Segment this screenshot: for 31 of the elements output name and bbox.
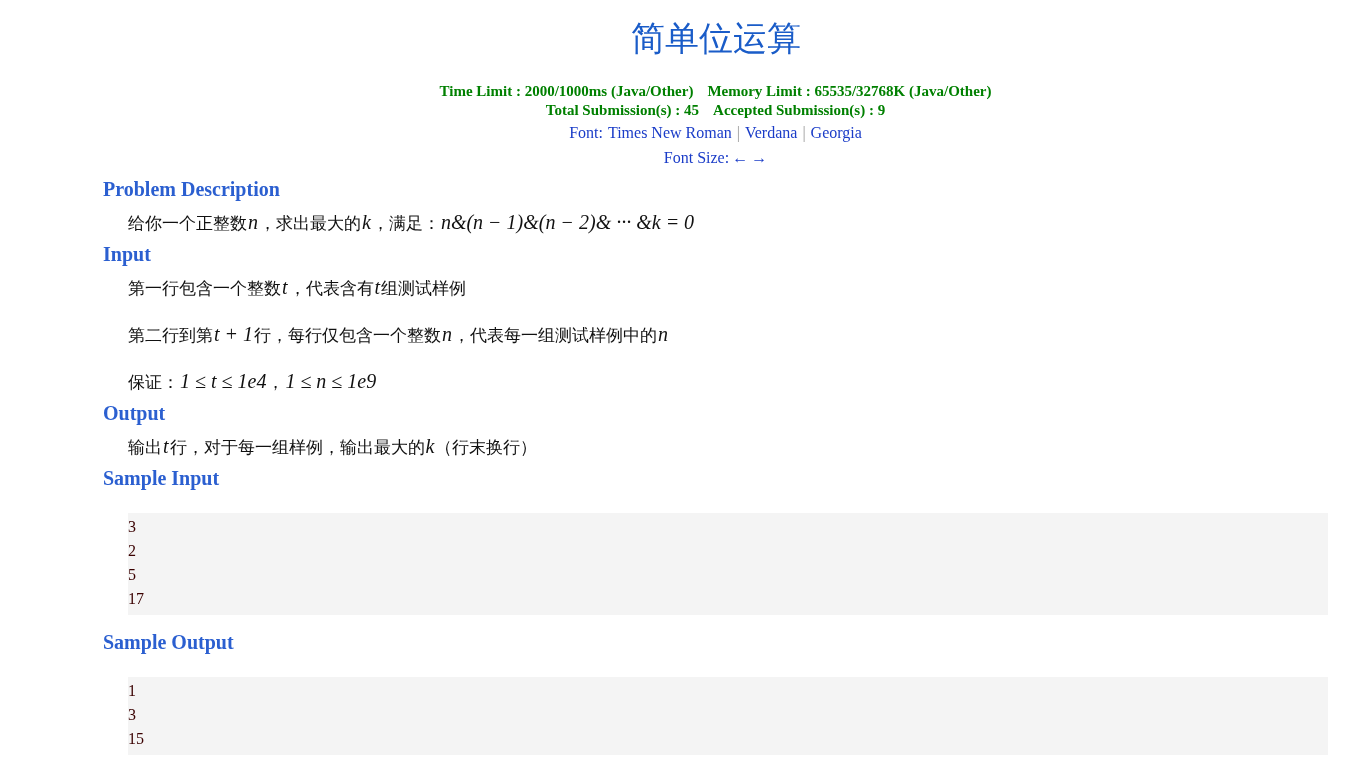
limit-info: Time Limit : 2000/1000ms (Java/Other)	[439, 82, 694, 101]
submission-count: Accepted Submission(s) : 9	[713, 101, 886, 120]
sample-line: 3	[128, 705, 137, 725]
section-heading: Sample Output	[103, 630, 235, 655]
section-heading: Sample Input	[103, 466, 221, 491]
sample-line: 15	[128, 729, 145, 749]
sample-line: 17	[128, 589, 145, 609]
sample-line: 1	[128, 681, 137, 701]
font-link[interactable]: Verdana	[745, 120, 798, 145]
sample-line: 2	[128, 541, 137, 561]
description-text: 第二行到第t + 1行，每行仅包含一个整数n，代表每一组测试样例中的n	[128, 322, 670, 347]
section-heading: Problem Description	[103, 177, 281, 202]
font-size-link[interactable]: →	[751, 145, 768, 170]
description-text: 保证：1 ≤ t ≤ 1e4，1 ≤ n ≤ 1e9	[128, 369, 378, 394]
font-label: Font:	[569, 123, 603, 143]
link-separator: |	[736, 123, 740, 144]
description-text: 输出 t行，对于每一组样例，输出最大的k（行末换行）	[128, 434, 539, 459]
submission-count: Total Submission(s) : 45	[545, 101, 700, 120]
description-text: 给你一个正整数n，求出最大的k，满足：n&(n − 1)&(n − 2)& ··· &k = 0	[128, 210, 696, 235]
link-separator: |	[802, 123, 806, 144]
font-link[interactable]: Georgia	[810, 120, 862, 145]
font-size-label: Font Size:	[663, 148, 730, 168]
sample-line: 5	[128, 565, 137, 585]
section-heading: Output	[103, 401, 167, 426]
section-heading: Input	[103, 242, 152, 267]
font-link[interactable]: Times New Roman	[607, 120, 732, 145]
limit-info: Memory Limit : 65535/32768K (Java/Other)	[707, 82, 992, 101]
description-text: 第一行包含一个整数t，代表含有t组测试样例	[128, 275, 468, 300]
sample-line: 3	[128, 517, 137, 537]
font-size-link[interactable]: ←	[732, 145, 749, 170]
problem-title: 简单位运算	[629, 17, 802, 60]
